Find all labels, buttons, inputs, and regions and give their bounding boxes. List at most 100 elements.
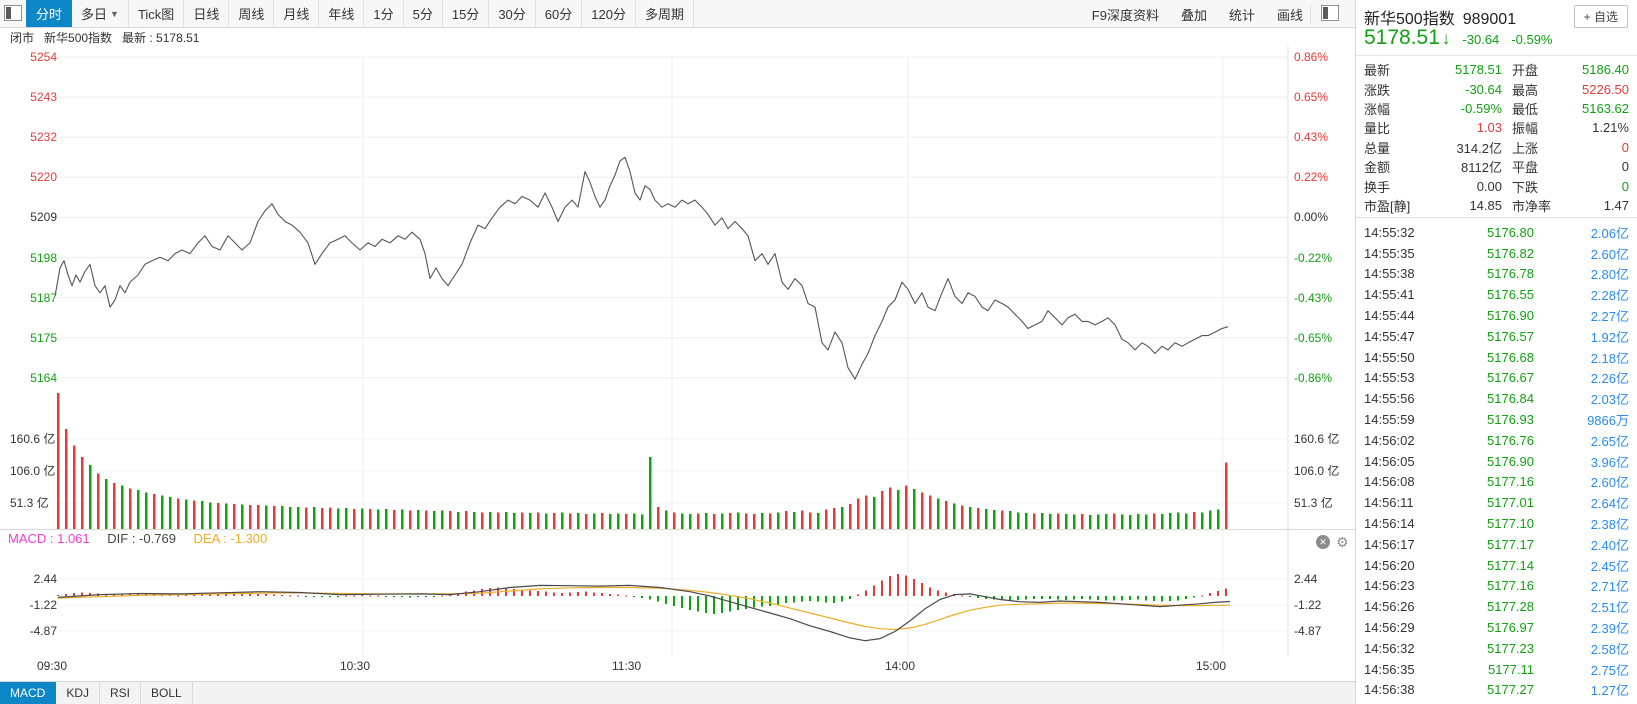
tick-price: 5176.57 <box>1487 328 1534 344</box>
tick-row: 14:55:35 5176.82 2.60亿 <box>1364 243 1629 264</box>
time-label: 14:00 <box>885 659 916 673</box>
tab-120min[interactable]: 120分 <box>582 0 636 27</box>
tab-multiperiod[interactable]: 多周期 <box>636 0 694 27</box>
stat-value: 1.47 <box>1603 197 1629 213</box>
tick-row: 14:55:47 5176.57 1.92亿 <box>1364 326 1629 347</box>
last-price: 5178.51 <box>1364 26 1440 49</box>
tick-amount: 2.40亿 <box>1590 537 1629 553</box>
tick-time: 14:55:32 <box>1364 224 1415 240</box>
tab-multiday[interactable]: 多日 ▼ <box>72 0 129 27</box>
stat-value: 14.85 <box>1469 197 1502 213</box>
tick-row: 14:56:14 5177.10 2.38亿 <box>1364 513 1629 534</box>
tab-intraday[interactable]: 分时 <box>26 0 73 27</box>
tab-rsi[interactable]: RSI <box>100 682 142 704</box>
tab-tick[interactable]: Tick图 <box>129 0 185 27</box>
f9-depth-button[interactable]: F9深度资料 <box>1092 5 1159 24</box>
tick-amount: 2.39亿 <box>1590 621 1629 637</box>
tab-yearly[interactable]: 年线 <box>319 0 365 27</box>
tick-price: 5176.68 <box>1487 349 1534 365</box>
tick-row: 14:55:38 5176.78 2.80亿 <box>1364 264 1629 285</box>
tab-15min[interactable]: 15分 <box>443 0 490 27</box>
statistics-button[interactable]: 统计 <box>1229 5 1255 24</box>
tick-amount: 2.75亿 <box>1590 662 1629 678</box>
tab-weekly[interactable]: 周线 <box>229 0 275 27</box>
add-watchlist-button[interactable]: + 自选 <box>1573 5 1628 28</box>
tick-time: 14:55:44 <box>1364 308 1415 324</box>
tick-time: 14:56:05 <box>1364 453 1415 469</box>
tick-amount: 2.65亿 <box>1590 433 1629 449</box>
tick-amount: 2.60亿 <box>1590 475 1629 491</box>
stat-value: 8112亿 <box>1461 160 1502 176</box>
app-window: 分时 多日 ▼ Tick图 日线 周线 月线 年线 1分 5分 15分 30分 60分 120分 多周期 F… <box>0 0 1637 704</box>
tick-row: 14:56:08 5177.16 2.60亿 <box>1364 472 1629 493</box>
stat-label: 涨幅 <box>1364 101 1391 117</box>
tick-price: 5177.01 <box>1487 495 1534 511</box>
stats-row: 涨幅 -0.59% 最低 5163.62 <box>1364 99 1629 118</box>
tick-price: 5177.23 <box>1487 640 1534 656</box>
tick-row: 14:56:26 5177.28 2.51亿 <box>1364 596 1629 617</box>
stat-value: 5178.51 <box>1455 62 1502 78</box>
tick-time: 14:56:11 <box>1364 495 1414 511</box>
tick-amount: 2.80亿 <box>1590 267 1629 283</box>
tick-row: 14:55:59 5176.93 9866万 <box>1364 409 1629 430</box>
tick-time: 14:56:02 <box>1364 432 1415 448</box>
down-arrow-icon: ↓ <box>1441 29 1451 48</box>
overlay-button[interactable]: 叠加 <box>1181 5 1207 24</box>
tick-row: 14:56:23 5177.16 2.71亿 <box>1364 576 1629 597</box>
period-tabs: 分时 多日 ▼ Tick图 日线 周线 月线 年线 1分 5分 15分 30分 60分 120分 多周期 <box>26 0 694 27</box>
tick-row: 14:55:41 5176.55 2.28亿 <box>1364 284 1629 305</box>
stat-label: 平盘 <box>1512 160 1539 176</box>
tab-monthly[interactable]: 月线 <box>274 0 320 27</box>
quote-header: 新华500指数 989001 + 自选 5178.51 ↓ -30.64 -0.5… <box>1356 0 1637 56</box>
tick-time: 14:56:20 <box>1364 557 1415 573</box>
time-label: 10:30 <box>340 659 371 673</box>
tick-price: 5176.90 <box>1487 453 1534 469</box>
indicator-settings-gear-icon[interactable]: ⚙ <box>1336 535 1349 549</box>
tick-time: 14:55:47 <box>1364 328 1415 344</box>
tick-row: 14:56:38 5177.27 1.27亿 <box>1364 680 1629 701</box>
tab-macd[interactable]: MACD <box>0 682 57 704</box>
price-row: 5178.51 ↓ -30.64 -0.59% <box>1364 26 1553 50</box>
stat-label: 下跌 <box>1512 179 1539 195</box>
tick-time: 14:56:32 <box>1364 640 1415 656</box>
stat-value: 0 <box>1621 178 1629 194</box>
tick-amount: 2.45亿 <box>1590 558 1629 574</box>
panel-toggle-right-icon[interactable] <box>1321 5 1339 21</box>
toolbar-right-buttons: F9深度资料 叠加 统计 画线 <box>1070 0 1303 28</box>
tick-price: 5176.93 <box>1487 412 1534 428</box>
stat-value: 0 <box>1621 139 1629 155</box>
tab-1min[interactable]: 1分 <box>364 0 404 27</box>
tick-amount: 2.38亿 <box>1590 517 1629 533</box>
tick-price: 5176.97 <box>1487 620 1534 636</box>
tick-row: 14:56:02 5176.76 2.65亿 <box>1364 430 1629 451</box>
panel-toggle-left-icon[interactable] <box>4 5 22 21</box>
chart-canvas <box>0 46 1355 656</box>
tick-time: 14:56:17 <box>1364 536 1415 552</box>
tick-row: 14:55:56 5176.84 2.03亿 <box>1364 388 1629 409</box>
tick-price: 5176.76 <box>1487 432 1534 448</box>
tick-price: 5176.78 <box>1487 266 1534 282</box>
tab-daily[interactable]: 日线 <box>184 0 230 27</box>
draw-line-button[interactable]: 画线 <box>1277 5 1303 24</box>
stats-row: 市盈[静] 14.85 市净率 1.47 <box>1364 196 1629 215</box>
close-indicator-icon[interactable]: ✕ <box>1316 535 1330 549</box>
tab-kdj[interactable]: KDJ <box>56 682 101 704</box>
stat-value: 0 <box>1621 159 1629 175</box>
tab-5min[interactable]: 5分 <box>404 0 443 27</box>
tab-boll[interactable]: BOLL <box>141 682 193 704</box>
tab-30min[interactable]: 30分 <box>489 0 536 27</box>
tick-row: 14:56:29 5176.97 2.39亿 <box>1364 617 1629 638</box>
tick-amount: 2.28亿 <box>1590 288 1629 304</box>
market-state: 闭市 <box>10 30 35 45</box>
stat-value: -0.59% <box>1460 100 1502 116</box>
tick-price: 5177.10 <box>1487 516 1534 532</box>
tick-time: 14:56:26 <box>1364 599 1415 615</box>
tick-time: 14:56:35 <box>1364 661 1415 677</box>
stat-label: 换手 <box>1364 179 1391 195</box>
tick-time: 14:55:56 <box>1364 391 1415 407</box>
tab-60min[interactable]: 60分 <box>536 0 583 27</box>
intraday-chart[interactable]: MACD : 1.061 DIF : -0.769 DEA : -1.300 ✕… <box>0 46 1355 657</box>
stat-label: 最新 <box>1364 63 1391 79</box>
tick-list[interactable]: 14:55:32 5176.80 2.06亿 14:55:35 5176.82 2.60亿… <box>1356 217 1637 704</box>
stat-value: 5163.62 <box>1582 100 1629 116</box>
